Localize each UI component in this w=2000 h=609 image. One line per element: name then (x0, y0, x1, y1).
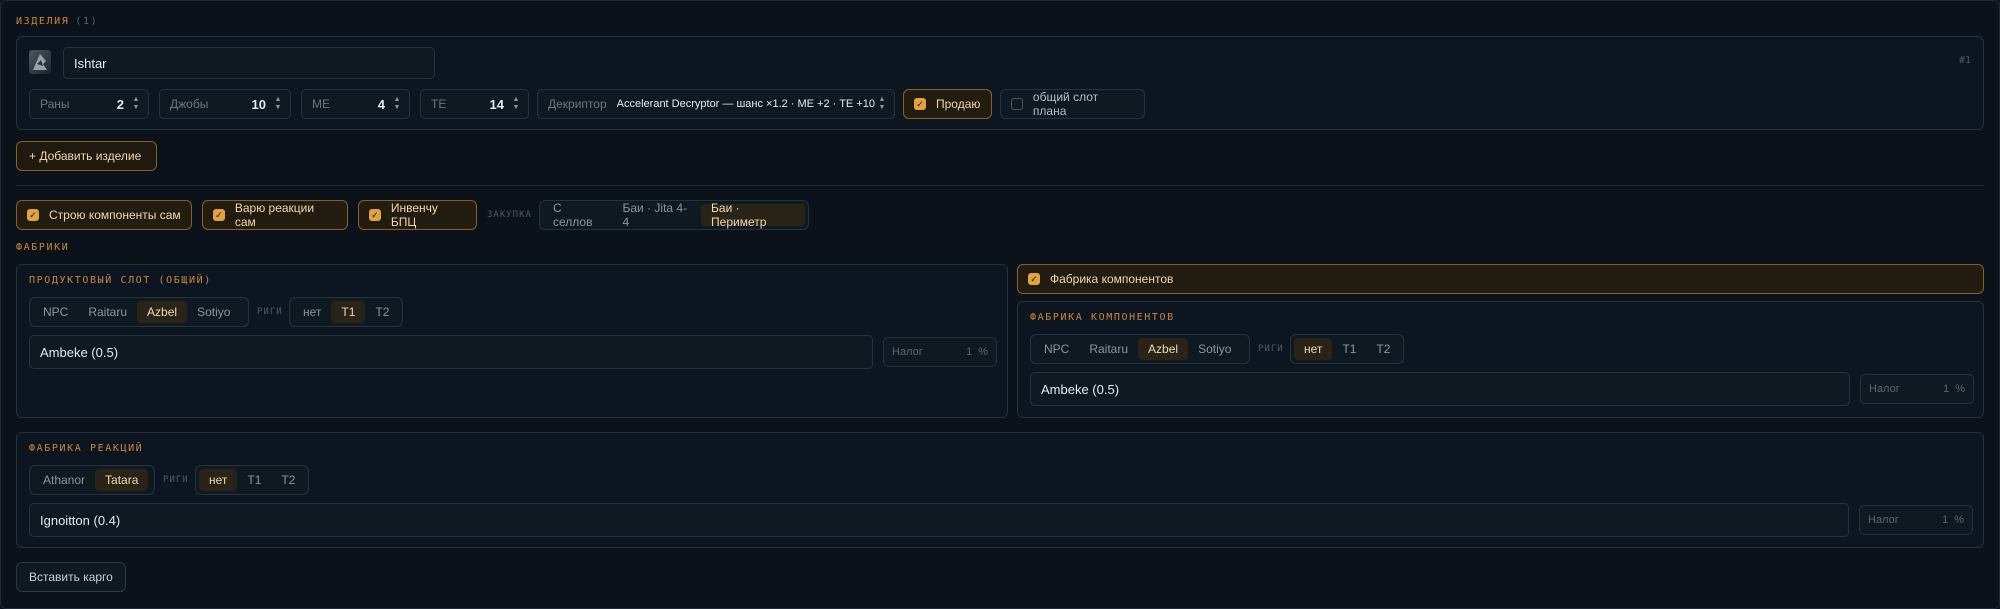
rigs-label: РИГИ (257, 307, 283, 317)
reaction-tax-input[interactable]: Налог 1 % (1859, 505, 1973, 535)
te-stepper[interactable]: TE 14 ▲ ▼ (420, 89, 529, 119)
rig-t1[interactable]: T1 (237, 469, 271, 491)
rig-t1[interactable]: T1 (331, 301, 366, 323)
structure-azbel[interactable]: Azbel (1138, 338, 1189, 360)
decryptor-value: Accelerant Decryptor — шанс ×1.2 · ME +2… (616, 98, 875, 110)
reaction-factory-panel: ФАБРИКА РЕАКЦИЙ Athanor Tatara РИГИ нет … (16, 432, 1984, 548)
checkbox-empty-icon (1011, 98, 1023, 110)
factories-section-title: ФАБРИКИ (16, 242, 70, 253)
up-down-arrows-icon[interactable]: ▲ ▼ (391, 96, 403, 112)
product-rigs-segmented: нет T1 T2 (289, 297, 403, 327)
rig-none[interactable]: нет (199, 469, 238, 491)
reaction-structure-segmented: Athanor Tatara (29, 465, 155, 495)
product-structure-segmented: NPC Raitaru Azbel Sotiyo (29, 297, 249, 327)
rig-t1[interactable]: T1 (1332, 338, 1366, 360)
purchase-segmented: С селлов Баи · Jita 4-4 Баи · Периметр (539, 200, 809, 230)
purchase-label: ЗАКУПКА (487, 210, 532, 220)
checkmark-icon: ✓ (1028, 273, 1040, 285)
component-factory-title: ФАБРИКА КОМПОНЕНТОВ (1030, 312, 1175, 323)
decryptor-select[interactable]: Декриптор Accelerant Decryptor — шанс ×1… (537, 89, 895, 119)
structure-tatara[interactable]: Tatara (95, 469, 149, 491)
paste-cargo-button[interactable]: Вставить карго (16, 562, 126, 592)
products-section-title: ИЗДЕЛИЯ (1) (16, 16, 99, 27)
runs-stepper[interactable]: Раны 2 ▲ ▼ (29, 89, 149, 119)
purchase-option-jita[interactable]: Баи · Jita 4-4 (613, 201, 702, 229)
shared-slot-toggle[interactable]: общий слот плана (1000, 89, 1145, 119)
rig-none[interactable]: нет (293, 301, 331, 323)
up-down-arrows-icon[interactable]: ▲ ▼ (130, 96, 142, 112)
structure-raitaru[interactable]: Raitaru (78, 301, 137, 323)
product-slot-panel: ПРОДУКТОВЫЙ СЛОТ (ОБЩИЙ) NPC Raitaru Azb… (16, 264, 1008, 418)
cook-reactions-toggle[interactable]: ✓ Варю реакции сам (202, 200, 348, 230)
structure-athanor[interactable]: Athanor (33, 469, 95, 491)
rig-none[interactable]: нет (1294, 338, 1333, 360)
product-card: Ishtar #1 Раны 2 ▲ ▼ Джобы 10 ▲ ▼ ME 4 ▲ ▼ … (16, 36, 1984, 130)
add-product-button[interactable]: + Добавить изделие (16, 141, 157, 171)
sell-toggle[interactable]: ✓ Продаю (903, 89, 992, 119)
jobs-stepper[interactable]: Джобы 10 ▲ ▼ (159, 89, 291, 119)
products-count: (1) (75, 16, 99, 27)
structure-npc[interactable]: NPC (33, 301, 78, 323)
checkmark-icon: ✓ (914, 98, 926, 110)
structure-raitaru[interactable]: Raitaru (1079, 338, 1138, 360)
component-factory-toggle[interactable]: ✓ Фабрика компонентов (1017, 264, 1984, 294)
divider (16, 185, 1984, 186)
component-structure-segmented: NPC Raitaru Azbel Sotiyo (1030, 334, 1250, 364)
checkmark-icon: ✓ (27, 209, 39, 221)
build-components-toggle[interactable]: ✓ Строю компоненты сам (16, 200, 192, 230)
rig-t2[interactable]: T2 (365, 301, 399, 323)
reaction-factory-title: ФАБРИКА РЕАКЦИЙ (29, 443, 144, 454)
structure-azbel[interactable]: Azbel (137, 301, 188, 323)
up-down-arrows-icon[interactable]: ▲ ▼ (510, 96, 522, 112)
component-tax-input[interactable]: Налог 1 % (1860, 374, 1974, 404)
rigs-label: РИГИ (163, 475, 189, 485)
me-stepper[interactable]: ME 4 ▲ ▼ (301, 89, 410, 119)
product-system-input[interactable]: Ambeke (0.5) (29, 335, 873, 369)
component-system-input[interactable]: Ambeke (0.5) (1030, 372, 1850, 406)
ship-thumbnail-icon (29, 50, 51, 74)
structure-sotiyo[interactable]: Sotiyo (1188, 338, 1241, 360)
rig-t2[interactable]: T2 (1366, 338, 1400, 360)
up-down-arrows-icon[interactable]: ▲ ▼ (876, 96, 888, 112)
product-name-input[interactable]: Ishtar (63, 47, 435, 79)
decryptor-label: Декриптор (548, 97, 607, 111)
rig-t2[interactable]: T2 (271, 469, 305, 491)
up-down-arrows-icon[interactable]: ▲ ▼ (272, 96, 284, 112)
product-index: #1 (1958, 55, 1971, 66)
invent-bpc-toggle[interactable]: ✓ Инвенчу БПЦ (358, 200, 477, 230)
product-slot-title: ПРОДУКТОВЫЙ СЛОТ (ОБЩИЙ) (29, 275, 212, 286)
component-rigs-segmented: нет T1 T2 (1290, 334, 1404, 364)
product-tax-input[interactable]: Налог 1 % (883, 337, 997, 367)
purchase-option-sells[interactable]: С селлов (543, 201, 613, 229)
structure-npc[interactable]: NPC (1034, 338, 1079, 360)
rigs-label: РИГИ (1258, 344, 1284, 354)
reaction-rigs-segmented: нет T1 T2 (195, 465, 309, 495)
structure-sotiyo[interactable]: Sotiyo (187, 301, 240, 323)
component-factory-panel: ФАБРИКА КОМПОНЕНТОВ NPC Raitaru Azbel So… (1017, 301, 1984, 418)
checkmark-icon: ✓ (213, 209, 225, 221)
purchase-option-perimeter[interactable]: Баи · Периметр (701, 201, 805, 229)
checkmark-icon: ✓ (369, 209, 381, 221)
reaction-system-input[interactable]: Ignoitton (0.4) (29, 503, 1849, 537)
